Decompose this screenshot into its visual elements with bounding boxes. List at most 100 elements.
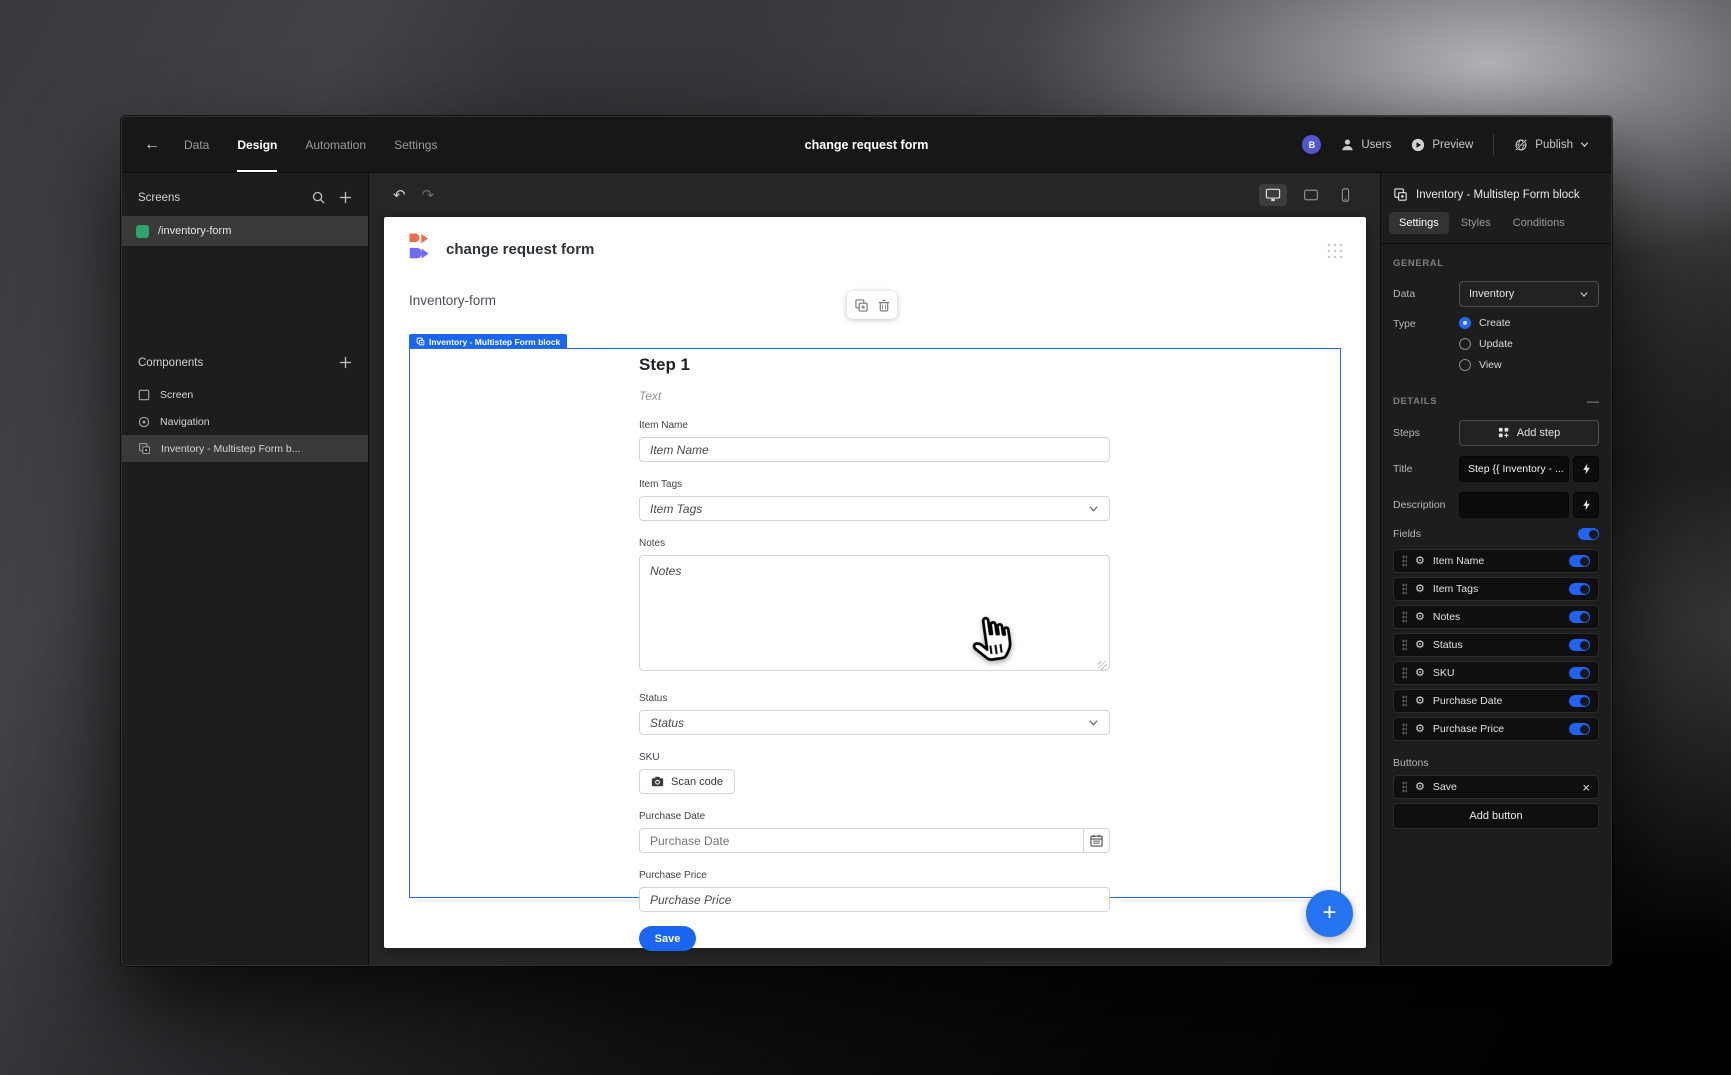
add-screen-icon[interactable] bbox=[339, 191, 352, 204]
gear-icon[interactable]: ⚙ bbox=[1415, 611, 1425, 623]
radio-update[interactable]: Update bbox=[1459, 338, 1599, 350]
item-tags-select[interactable]: Item Tags bbox=[639, 496, 1110, 521]
notes-textarea[interactable] bbox=[639, 555, 1110, 671]
button-row-save[interactable]: ⚙ Save × bbox=[1393, 775, 1599, 799]
field-toggle[interactable] bbox=[1569, 555, 1590, 567]
component-tree-item-screen[interactable]: Screen bbox=[122, 381, 368, 408]
tab-automation[interactable]: Automation bbox=[305, 117, 366, 172]
drag-handle-icon[interactable] bbox=[1402, 611, 1407, 623]
grid-handle-icon[interactable] bbox=[1326, 242, 1342, 258]
redo-icon[interactable]: ↷ bbox=[422, 186, 435, 204]
purchase-price-input[interactable] bbox=[639, 887, 1110, 912]
form-block-icon bbox=[1394, 188, 1407, 201]
add-button-button[interactable]: Add button bbox=[1393, 803, 1599, 829]
field-toggle[interactable] bbox=[1569, 695, 1590, 707]
publish-button[interactable]: Publish bbox=[1514, 138, 1589, 152]
fields-label: Fields bbox=[1393, 528, 1422, 540]
field-row-item-name[interactable]: ⚙ Item Name bbox=[1393, 549, 1599, 573]
gear-icon[interactable]: ⚙ bbox=[1415, 723, 1425, 735]
drag-handle-icon[interactable] bbox=[1402, 583, 1407, 595]
viewport-desktop-icon[interactable] bbox=[1259, 184, 1287, 206]
drag-handle-icon[interactable] bbox=[1402, 695, 1407, 707]
sidebar-item-inventory-form-screen[interactable]: /inventory-form bbox=[122, 216, 368, 246]
field-label-purchase-date: Purchase Date bbox=[639, 811, 706, 822]
field-toggle[interactable] bbox=[1569, 639, 1590, 651]
preview-button[interactable]: Preview bbox=[1411, 138, 1473, 152]
component-tree-label: Inventory - Multistep Form b... bbox=[161, 442, 301, 455]
purchase-date-input[interactable] bbox=[640, 829, 1083, 852]
viewport-mobile-icon[interactable] bbox=[1335, 184, 1356, 206]
settings-panel: Inventory - Multistep Form block Setting… bbox=[1380, 173, 1611, 965]
viewport-tablet-icon[interactable] bbox=[1297, 185, 1325, 205]
search-icon[interactable] bbox=[312, 191, 325, 204]
radio-selected-icon bbox=[1459, 317, 1471, 329]
field-row-sku[interactable]: ⚙ SKU bbox=[1393, 661, 1599, 685]
scan-code-button[interactable]: Scan code bbox=[639, 769, 735, 794]
panel-tab-conditions[interactable]: Conditions bbox=[1503, 212, 1575, 234]
description-input[interactable] bbox=[1459, 492, 1569, 518]
field-row-notes[interactable]: ⚙ Notes bbox=[1393, 605, 1599, 629]
status-select[interactable]: Status bbox=[639, 710, 1110, 735]
back-arrow-icon[interactable]: ← bbox=[144, 136, 160, 154]
title-input[interactable]: Step {{ Inventory - ... bbox=[1459, 456, 1569, 482]
tab-settings[interactable]: Settings bbox=[394, 117, 437, 172]
radio-view[interactable]: View bbox=[1459, 359, 1599, 371]
field-row-purchase-date[interactable]: ⚙ Purchase Date bbox=[1393, 689, 1599, 713]
avatar[interactable]: B bbox=[1302, 135, 1322, 154]
duplicate-icon[interactable] bbox=[854, 298, 868, 312]
users-button[interactable]: Users bbox=[1341, 138, 1391, 151]
field-label-item-tags: Item Tags bbox=[639, 479, 683, 490]
scan-code-label: Scan code bbox=[671, 775, 723, 788]
drag-handle-icon[interactable] bbox=[1402, 555, 1407, 567]
drag-handle-icon[interactable] bbox=[1402, 639, 1407, 651]
remove-button-icon[interactable]: × bbox=[1582, 781, 1590, 794]
blocks-plus-icon bbox=[1498, 427, 1509, 438]
fields-master-toggle[interactable] bbox=[1578, 528, 1599, 540]
gear-icon[interactable]: ⚙ bbox=[1415, 639, 1425, 651]
textarea-resize-grip[interactable] bbox=[1098, 661, 1107, 670]
component-tree-item-navigation[interactable]: Navigation bbox=[122, 408, 368, 435]
panel-tab-styles[interactable]: Styles bbox=[1451, 212, 1501, 234]
selected-component-tag[interactable]: Inventory - Multistep Form block bbox=[409, 334, 568, 349]
form-save-button[interactable]: Save bbox=[639, 926, 696, 951]
field-toggle[interactable] bbox=[1569, 611, 1590, 623]
calendar-icon[interactable] bbox=[1083, 829, 1109, 852]
gear-icon[interactable]: ⚙ bbox=[1415, 781, 1425, 793]
binding-bolt-icon[interactable] bbox=[1573, 456, 1599, 482]
drag-handle-icon[interactable] bbox=[1402, 667, 1407, 679]
nav-right-cluster: B Users Preview Publish bbox=[1302, 133, 1589, 156]
field-toggle[interactable] bbox=[1569, 723, 1590, 735]
globe-slash-icon bbox=[1515, 138, 1528, 151]
radio-create[interactable]: Create bbox=[1459, 317, 1599, 329]
add-component-fab[interactable]: + bbox=[1306, 890, 1353, 937]
item-name-input[interactable] bbox=[639, 437, 1110, 462]
add-step-button[interactable]: Add step bbox=[1459, 420, 1599, 446]
data-setting-label: Data bbox=[1393, 288, 1416, 300]
field-toggle[interactable] bbox=[1569, 667, 1590, 679]
buttons-label: Buttons bbox=[1393, 757, 1429, 769]
tab-design[interactable]: Design bbox=[237, 117, 278, 172]
data-source-select[interactable]: Inventory bbox=[1459, 281, 1599, 307]
field-toggle[interactable] bbox=[1569, 583, 1590, 595]
component-tree-item-multistep-form-block[interactable]: Inventory - Multistep Form b... bbox=[122, 435, 368, 462]
drag-handle-icon[interactable] bbox=[1402, 781, 1407, 793]
binding-bolt-icon[interactable] bbox=[1573, 492, 1599, 518]
collapse-section-icon[interactable]: — bbox=[1587, 394, 1599, 408]
drag-handle-icon[interactable] bbox=[1402, 723, 1407, 735]
gear-icon[interactable]: ⚙ bbox=[1415, 667, 1425, 679]
screens-header: Screens bbox=[122, 173, 368, 216]
add-component-icon[interactable] bbox=[339, 356, 352, 369]
app-logo bbox=[409, 233, 429, 259]
data-source-value: Inventory bbox=[1469, 288, 1515, 300]
field-row-purchase-price[interactable]: ⚙ Purchase Price bbox=[1393, 717, 1599, 741]
field-row-item-tags[interactable]: ⚙ Item Tags bbox=[1393, 577, 1599, 601]
gear-icon[interactable]: ⚙ bbox=[1415, 583, 1425, 595]
gear-icon[interactable]: ⚙ bbox=[1415, 695, 1425, 707]
gear-icon[interactable]: ⚙ bbox=[1415, 555, 1425, 567]
tab-data[interactable]: Data bbox=[184, 117, 209, 172]
user-icon bbox=[1342, 139, 1354, 151]
field-row-status[interactable]: ⚙ Status bbox=[1393, 633, 1599, 657]
delete-icon[interactable] bbox=[878, 299, 890, 312]
panel-tab-settings[interactable]: Settings bbox=[1389, 212, 1449, 234]
undo-icon[interactable]: ↶ bbox=[393, 186, 406, 204]
